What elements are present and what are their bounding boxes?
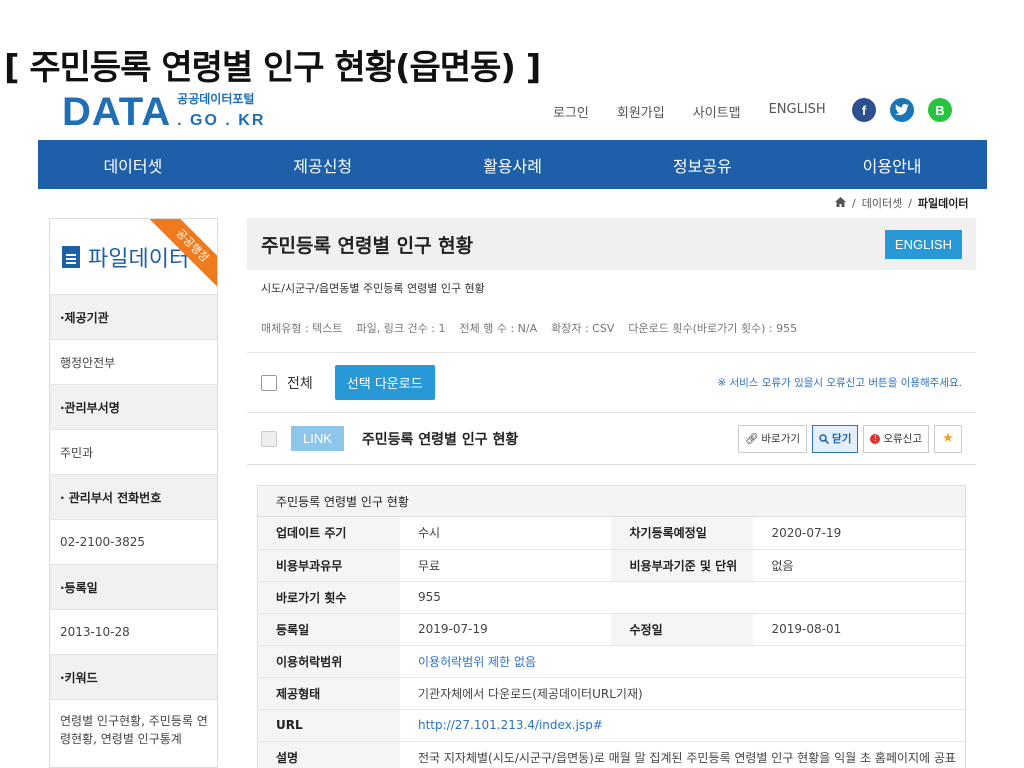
file-item-row: LINK 주민등록 연령별 인구 현황 🔗︎ 바로가기 닫기 ! 오류신고 ★ xyxy=(247,413,976,465)
error-notice: ※ 서비스 오류가 있을시 오류신고 버튼을 이용해주세요. xyxy=(717,377,962,389)
provider-value: 행정안전부 xyxy=(50,339,217,384)
department-label: ·관리부서명 xyxy=(50,384,217,429)
sitemap-link[interactable]: 사이트맵 xyxy=(693,102,741,121)
link-badge: LINK xyxy=(291,426,344,451)
report-error-button[interactable]: ! 오류신고 xyxy=(863,424,929,453)
star-icon[interactable]: ★ xyxy=(934,424,962,453)
next-reg-value: 2020-07-19 xyxy=(753,517,965,550)
breadcrumb-current: 파일데이터 xyxy=(917,197,969,210)
main-content: 주민등록 연령별 인구 현황 ENGLISH 시도/시군구/읍면동별 주민등록 … xyxy=(247,218,976,768)
update-cycle-value: 수시 xyxy=(400,517,612,550)
meta-extension: 확장자 : CSV xyxy=(551,322,615,335)
sidebar-title: 파일데이터 xyxy=(88,246,190,272)
item-checkbox[interactable] xyxy=(261,430,277,447)
info-title: 주민등록 연령별 인구 현황 xyxy=(258,486,965,517)
login-link[interactable]: 로그인 xyxy=(553,102,589,121)
english-link[interactable]: ENGLISH xyxy=(769,102,826,121)
sidebar: 파일데이터 공공행정 ·제공기관 행정안전부 ·관리부서명 주민과 · 관리부서… xyxy=(49,218,218,768)
nav-item-use-cases[interactable]: 활용사례 xyxy=(418,140,608,189)
keyword-value: 연령별 인구현황, 주민등록 연령현황, 연령별 인구통계 xyxy=(50,699,217,759)
item-actions: 🔗︎ 바로가기 닫기 ! 오류신고 ★ xyxy=(738,424,962,453)
document-icon xyxy=(62,245,80,268)
mod-date-value: 2019-08-01 xyxy=(753,613,965,646)
fee-basis-value: 없음 xyxy=(753,549,965,582)
blog-icon[interactable]: B xyxy=(928,98,952,122)
logo-korean-text: 공공데이터포털 xyxy=(177,92,255,106)
mod-date-label: 수정일 xyxy=(611,613,754,646)
provider-label: ·제공기관 xyxy=(50,294,217,339)
slide-title: [ 주민등록 연령별 인구 현황(읍면동) ] xyxy=(4,48,541,88)
table-row: 비용부과유무 무료 비용부과기준 및 단위 없음 xyxy=(258,549,965,582)
nav-item-info-share[interactable]: 정보공유 xyxy=(607,140,797,189)
next-reg-label: 차기등록예정일 xyxy=(611,517,754,550)
table-row: 설명 전국 지자체별(시도/시군구/읍면동)로 매월 말 집계된 주민등록 연령… xyxy=(258,741,965,768)
meta-row-count: 전체 행 수 : N/A xyxy=(459,322,538,335)
url-link[interactable]: http://27.101.213.4/index.jsp# xyxy=(400,709,965,742)
table-row: 제공형태 기관자체에서 다운로드(제공데이터URL기재) xyxy=(258,677,965,710)
select-all-checkbox[interactable] xyxy=(261,374,277,391)
close-button[interactable]: 닫기 xyxy=(812,424,859,453)
table-row: 이용허락범위 이용허락범위 제한 없음 xyxy=(258,645,965,678)
home-icon[interactable] xyxy=(835,196,846,210)
search-icon xyxy=(819,433,830,444)
selection-row: 전체 선택 다운로드 ※ 서비스 오류가 있을시 오류신고 버튼을 이용해주세요… xyxy=(247,353,976,413)
english-button[interactable]: ENGLISH xyxy=(884,229,962,259)
phone-value: 02-2100-3825 xyxy=(50,519,217,564)
breadcrumb: / 데이터셋 / 파일데이터 xyxy=(835,195,969,211)
page-header: 주민등록 연령별 인구 현황 ENGLISH xyxy=(247,218,976,270)
main-nav: 데이터셋 제공신청 활용사례 정보공유 이용안내 xyxy=(38,140,987,189)
page-title: 주민등록 연령별 인구 현황 xyxy=(261,234,474,257)
table-row: URL http://27.101.213.4/index.jsp# xyxy=(258,709,965,742)
alert-icon: ! xyxy=(870,433,881,444)
department-value: 주민과 xyxy=(50,429,217,474)
meta-download-count: 다운로드 횟수(바로가기 횟수) : 955 xyxy=(628,322,798,335)
shortcut-value: 955 xyxy=(400,581,965,614)
item-title: 주민등록 연령별 인구 현황 xyxy=(361,431,519,448)
meta-file-count: 파일, 링크 건수 : 1 xyxy=(356,322,446,335)
fee-basis-label: 비용부과기준 및 단위 xyxy=(611,549,754,582)
link-icon: 🔗︎ xyxy=(745,433,759,445)
license-label: 이용허락범위 xyxy=(258,645,400,678)
select-download-button[interactable]: 선택 다운로드 xyxy=(334,365,435,400)
table-row: 업데이트 주기 수시 차기등록예정일 2020-07-19 xyxy=(258,517,965,550)
url-label: URL xyxy=(258,709,400,742)
info-table: 업데이트 주기 수시 차기등록예정일 2020-07-19 비용부과유무 무료 … xyxy=(258,517,965,768)
meta-info: 매체유형 : 텍스트 파일, 링크 건수 : 1 전체 행 수 : N/A 확장… xyxy=(261,320,976,336)
meta-media-type: 매체유형 : 텍스트 xyxy=(261,322,343,335)
license-link[interactable]: 이용허락범위 제한 없음 xyxy=(400,645,965,678)
nav-item-guide[interactable]: 이용안내 xyxy=(797,140,987,189)
desc-value: 전국 지자체별(시도/시군구/읍면동)로 매월 말 집계된 주민등록 연령별 인… xyxy=(400,741,965,768)
page-subtitle: 시도/시군구/읍면동별 주민등록 연령별 인구 현황 xyxy=(261,282,485,295)
provide-value: 기관자체에서 다운로드(제공데이터URL기재) xyxy=(400,677,965,710)
nav-item-request[interactable]: 제공신청 xyxy=(228,140,418,189)
nav-item-dataset[interactable]: 데이터셋 xyxy=(38,140,228,189)
desc-label: 설명 xyxy=(258,741,400,768)
social-links: f B xyxy=(852,98,952,122)
phone-label: · 관리부서 전화번호 xyxy=(50,474,217,519)
logo-domain-text: . GO . KR xyxy=(177,112,266,129)
select-all-label: 전체 xyxy=(287,375,313,392)
provide-label: 제공형태 xyxy=(258,677,400,710)
utility-nav: 로그인 회원가입 사이트맵 ENGLISH xyxy=(553,102,826,121)
keyword-label: ·키워드 xyxy=(50,654,217,699)
update-cycle-label: 업데이트 주기 xyxy=(258,517,400,550)
table-row: 바로가기 횟수 955 xyxy=(258,581,965,614)
goto-button[interactable]: 🔗︎ 바로가기 xyxy=(738,424,808,453)
signup-link[interactable]: 회원가입 xyxy=(617,102,665,121)
reg-date-label: ·등록일 xyxy=(50,564,217,609)
fee-label: 비용부과유무 xyxy=(258,549,400,582)
info-panel: 주민등록 연령별 인구 현황 업데이트 주기 수시 차기등록예정일 2020-0… xyxy=(257,485,966,768)
site-logo[interactable]: DATA 공공데이터포털 . GO . KR xyxy=(62,92,265,132)
breadcrumb-dataset[interactable]: 데이터셋 xyxy=(862,195,902,211)
reg-date-value: 2013-10-28 xyxy=(50,609,217,654)
twitter-icon[interactable] xyxy=(890,98,914,122)
facebook-icon[interactable]: f xyxy=(852,98,876,122)
reg-date-value: 2019-07-19 xyxy=(400,613,612,646)
logo-data-text: DATA xyxy=(62,90,172,134)
fee-value: 무료 xyxy=(400,549,612,582)
reg-date-label: 등록일 xyxy=(258,613,400,646)
sidebar-header: 파일데이터 공공행정 xyxy=(50,219,217,294)
shortcut-label: 바로가기 횟수 xyxy=(258,581,400,614)
table-row: 등록일 2019-07-19 수정일 2019-08-01 xyxy=(258,613,965,646)
